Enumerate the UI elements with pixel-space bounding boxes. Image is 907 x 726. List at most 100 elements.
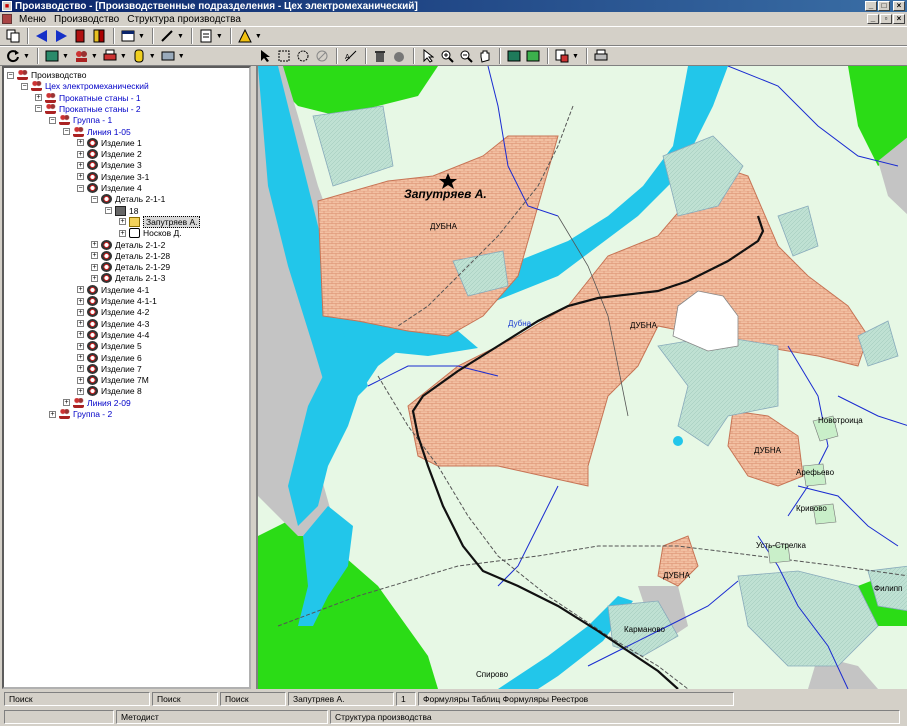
expand-icon[interactable]: + [77,320,84,328]
trash-icon[interactable] [371,48,389,64]
map-view-icon[interactable] [43,48,61,64]
tree-node[interactable]: + Деталь 2-1-29 [91,261,170,273]
chevron-down-icon[interactable]: ▼ [216,33,223,40]
warning-icon[interactable] [236,28,254,44]
chevron-down-icon[interactable]: ▼ [23,53,30,60]
book-icon[interactable] [90,28,108,44]
expand-icon[interactable]: + [77,376,84,384]
expand-icon[interactable]: + [77,387,84,395]
chevron-down-icon[interactable]: ▼ [149,53,156,60]
tree-node[interactable]: − Деталь 2-1-1 [91,193,165,205]
tree-node[interactable]: + Изделие 4-1-1 [77,295,157,307]
legend-icon[interactable] [524,48,542,64]
map-view[interactable]: Запутряев А. ДУБНА Дубна ДУБНА ДУБНА ДУБ… [256,66,907,689]
tree-node[interactable]: + Изделие 4-1 [77,284,149,296]
chevron-down-icon[interactable]: ▼ [62,53,69,60]
expand-icon[interactable]: + [91,263,98,271]
tree-node[interactable]: + Деталь 2-1-28 [91,250,170,262]
expand-icon[interactable]: + [91,241,98,248]
expand-icon[interactable]: + [49,410,56,418]
chevron-down-icon[interactable]: ▼ [572,53,579,60]
tree-node[interactable]: − Производство [7,69,86,81]
print-map-icon[interactable] [592,48,610,64]
chevron-down-icon[interactable]: ▼ [177,33,184,40]
deselect-icon[interactable] [313,48,331,64]
database-icon[interactable] [130,48,148,64]
mdi-close-button[interactable]: × [893,14,905,24]
tree-node[interactable]: + Изделие 5 [77,340,142,352]
collapse-icon[interactable]: − [77,184,84,192]
tree-node[interactable]: − Изделие 4 [77,182,142,194]
document-icon[interactable] [2,14,12,24]
window-list-icon[interactable] [119,28,137,44]
collapse-icon[interactable]: − [35,105,42,113]
map-canvas[interactable] [258,66,907,689]
copy-icon[interactable] [4,28,22,44]
tree-node[interactable]: + Группа - 2 [49,408,112,420]
pan-hand-icon[interactable] [476,48,494,64]
tree-node[interactable]: + Изделие 7 [77,363,142,375]
expand-icon[interactable]: + [77,161,84,169]
forward-arrow-icon[interactable] [52,28,70,44]
menu-item-production[interactable]: Производство [50,14,123,25]
expand-icon[interactable]: + [119,218,126,226]
printer-icon[interactable] [101,48,119,64]
chevron-down-icon[interactable]: ▼ [178,53,185,60]
close-button[interactable]: × [893,1,905,11]
collapse-icon[interactable]: − [105,207,112,215]
expand-icon[interactable]: + [63,399,70,407]
layers-icon[interactable] [505,48,523,64]
expand-icon[interactable]: + [119,229,126,237]
network-icon[interactable] [159,48,177,64]
tree-node[interactable]: + Носков Д. [119,227,182,239]
expand-icon[interactable]: + [77,365,84,373]
measure-icon[interactable]: A [342,48,360,64]
pen-icon[interactable] [158,28,176,44]
tree-node[interactable]: + Изделие 4-3 [77,318,149,330]
arrow-cursor-icon[interactable] [419,48,437,64]
expand-icon[interactable]: + [77,342,84,350]
expand-icon[interactable]: + [77,331,84,339]
chevron-down-icon[interactable]: ▼ [255,33,262,40]
tree-node[interactable]: + Деталь 2-1-3 [91,272,165,284]
collapse-icon[interactable]: − [21,82,28,90]
select-circle-icon[interactable] [294,48,312,64]
tree-node[interactable]: + Запутряев А. [119,215,201,228]
expand-icon[interactable]: + [35,94,42,102]
back-arrow-icon[interactable] [33,28,51,44]
chevron-down-icon[interactable]: ▼ [138,33,145,40]
minimize-button[interactable]: _ [865,1,877,11]
tree-node[interactable]: + Изделие 2 [77,148,142,160]
tree-node[interactable]: + Изделие 4-2 [77,306,149,318]
expand-icon[interactable]: + [91,274,98,282]
expand-icon[interactable]: + [77,354,84,361]
collapse-icon[interactable]: − [49,116,56,124]
chevron-down-icon[interactable]: ▼ [120,53,127,60]
collapse-icon[interactable]: − [7,71,14,79]
expand-icon[interactable]: + [91,252,98,260]
collapse-icon[interactable]: − [91,195,98,203]
expand-icon[interactable]: + [77,173,84,181]
tree-node[interactable]: + Деталь 2-1-2 [91,239,165,251]
tree-node[interactable]: + Прокатные станы - 1 [35,92,141,104]
tree-node[interactable]: − Линия 1-05 [63,126,131,138]
tree-node[interactable]: + Изделие 6 [77,352,142,364]
zoom-out-icon[interactable] [457,48,475,64]
refresh-icon[interactable] [4,48,22,64]
tree-node[interactable]: − 18 [105,205,138,217]
expand-icon[interactable]: + [77,139,84,147]
tree-node[interactable]: + Изделие 1 [77,137,142,149]
collapse-icon[interactable]: − [63,128,70,135]
menu-item-menu[interactable]: Меню [15,14,50,25]
map-settings-icon[interactable] [553,48,571,64]
tree-node[interactable]: + Изделие 8 [77,385,142,397]
expand-icon[interactable]: + [77,308,84,316]
tree-node[interactable]: − Группа - 1 [49,114,112,126]
menu-item-structure[interactable]: Структура производства [123,14,245,25]
tree-node[interactable]: + Линия 2-09 [63,397,131,409]
select-rect-icon[interactable] [275,48,293,64]
zoom-in-icon[interactable] [438,48,456,64]
hand-grab-icon[interactable] [390,48,408,64]
people-group-icon[interactable] [72,48,90,64]
report-icon[interactable] [197,28,215,44]
